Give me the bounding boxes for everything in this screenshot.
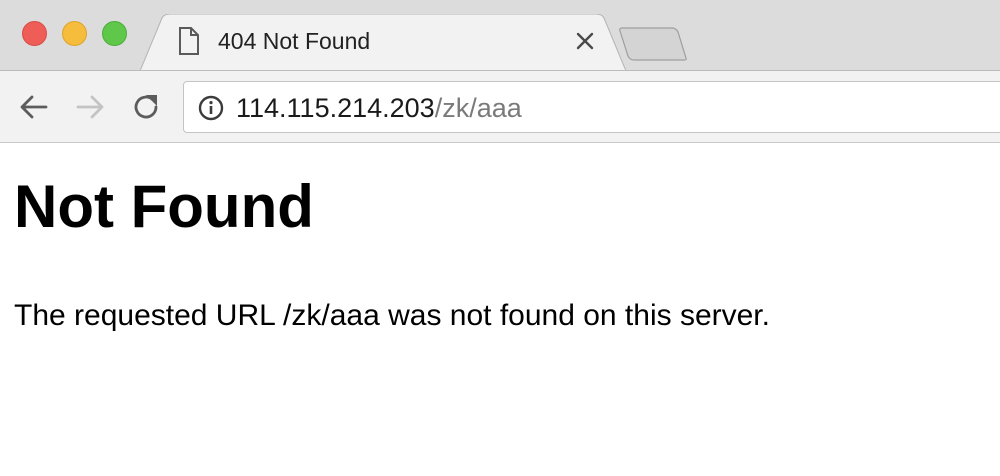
address-url: 114.115.214.203/zk/aaa (236, 93, 522, 123)
new-tab-button[interactable] (618, 26, 688, 62)
tab-title: 404 Not Found (218, 28, 371, 54)
tab-active[interactable]: 404 Not Found (140, 14, 630, 71)
arrow-left-icon[interactable] (18, 91, 50, 123)
reload-icon[interactable] (130, 91, 162, 123)
arrow-right-icon[interactable] (74, 91, 106, 123)
browser-toolbar: 114.115.214.203/zk/aaa (0, 70, 1000, 143)
url-path: /zk/aaa (434, 93, 522, 123)
close-icon[interactable] (574, 30, 596, 52)
page-title: Not Found (14, 173, 314, 240)
window-maximize-button[interactable] (102, 21, 127, 46)
url-host: 114.115.214.203 (236, 93, 435, 123)
info-icon[interactable] (198, 95, 224, 121)
tab-strip: 404 Not Found (0, 0, 1000, 71)
address-bar[interactable]: 114.115.214.203/zk/aaa (183, 81, 1000, 133)
page-icon (179, 27, 199, 55)
tab-shape (140, 14, 627, 71)
page-content: Not Found The requested URL /zk/aaa was … (0, 144, 1000, 476)
error-message: The requested URL /zk/aaa was not found … (14, 299, 770, 332)
window-minimize-button[interactable] (62, 21, 87, 46)
window-close-button[interactable] (22, 21, 47, 46)
